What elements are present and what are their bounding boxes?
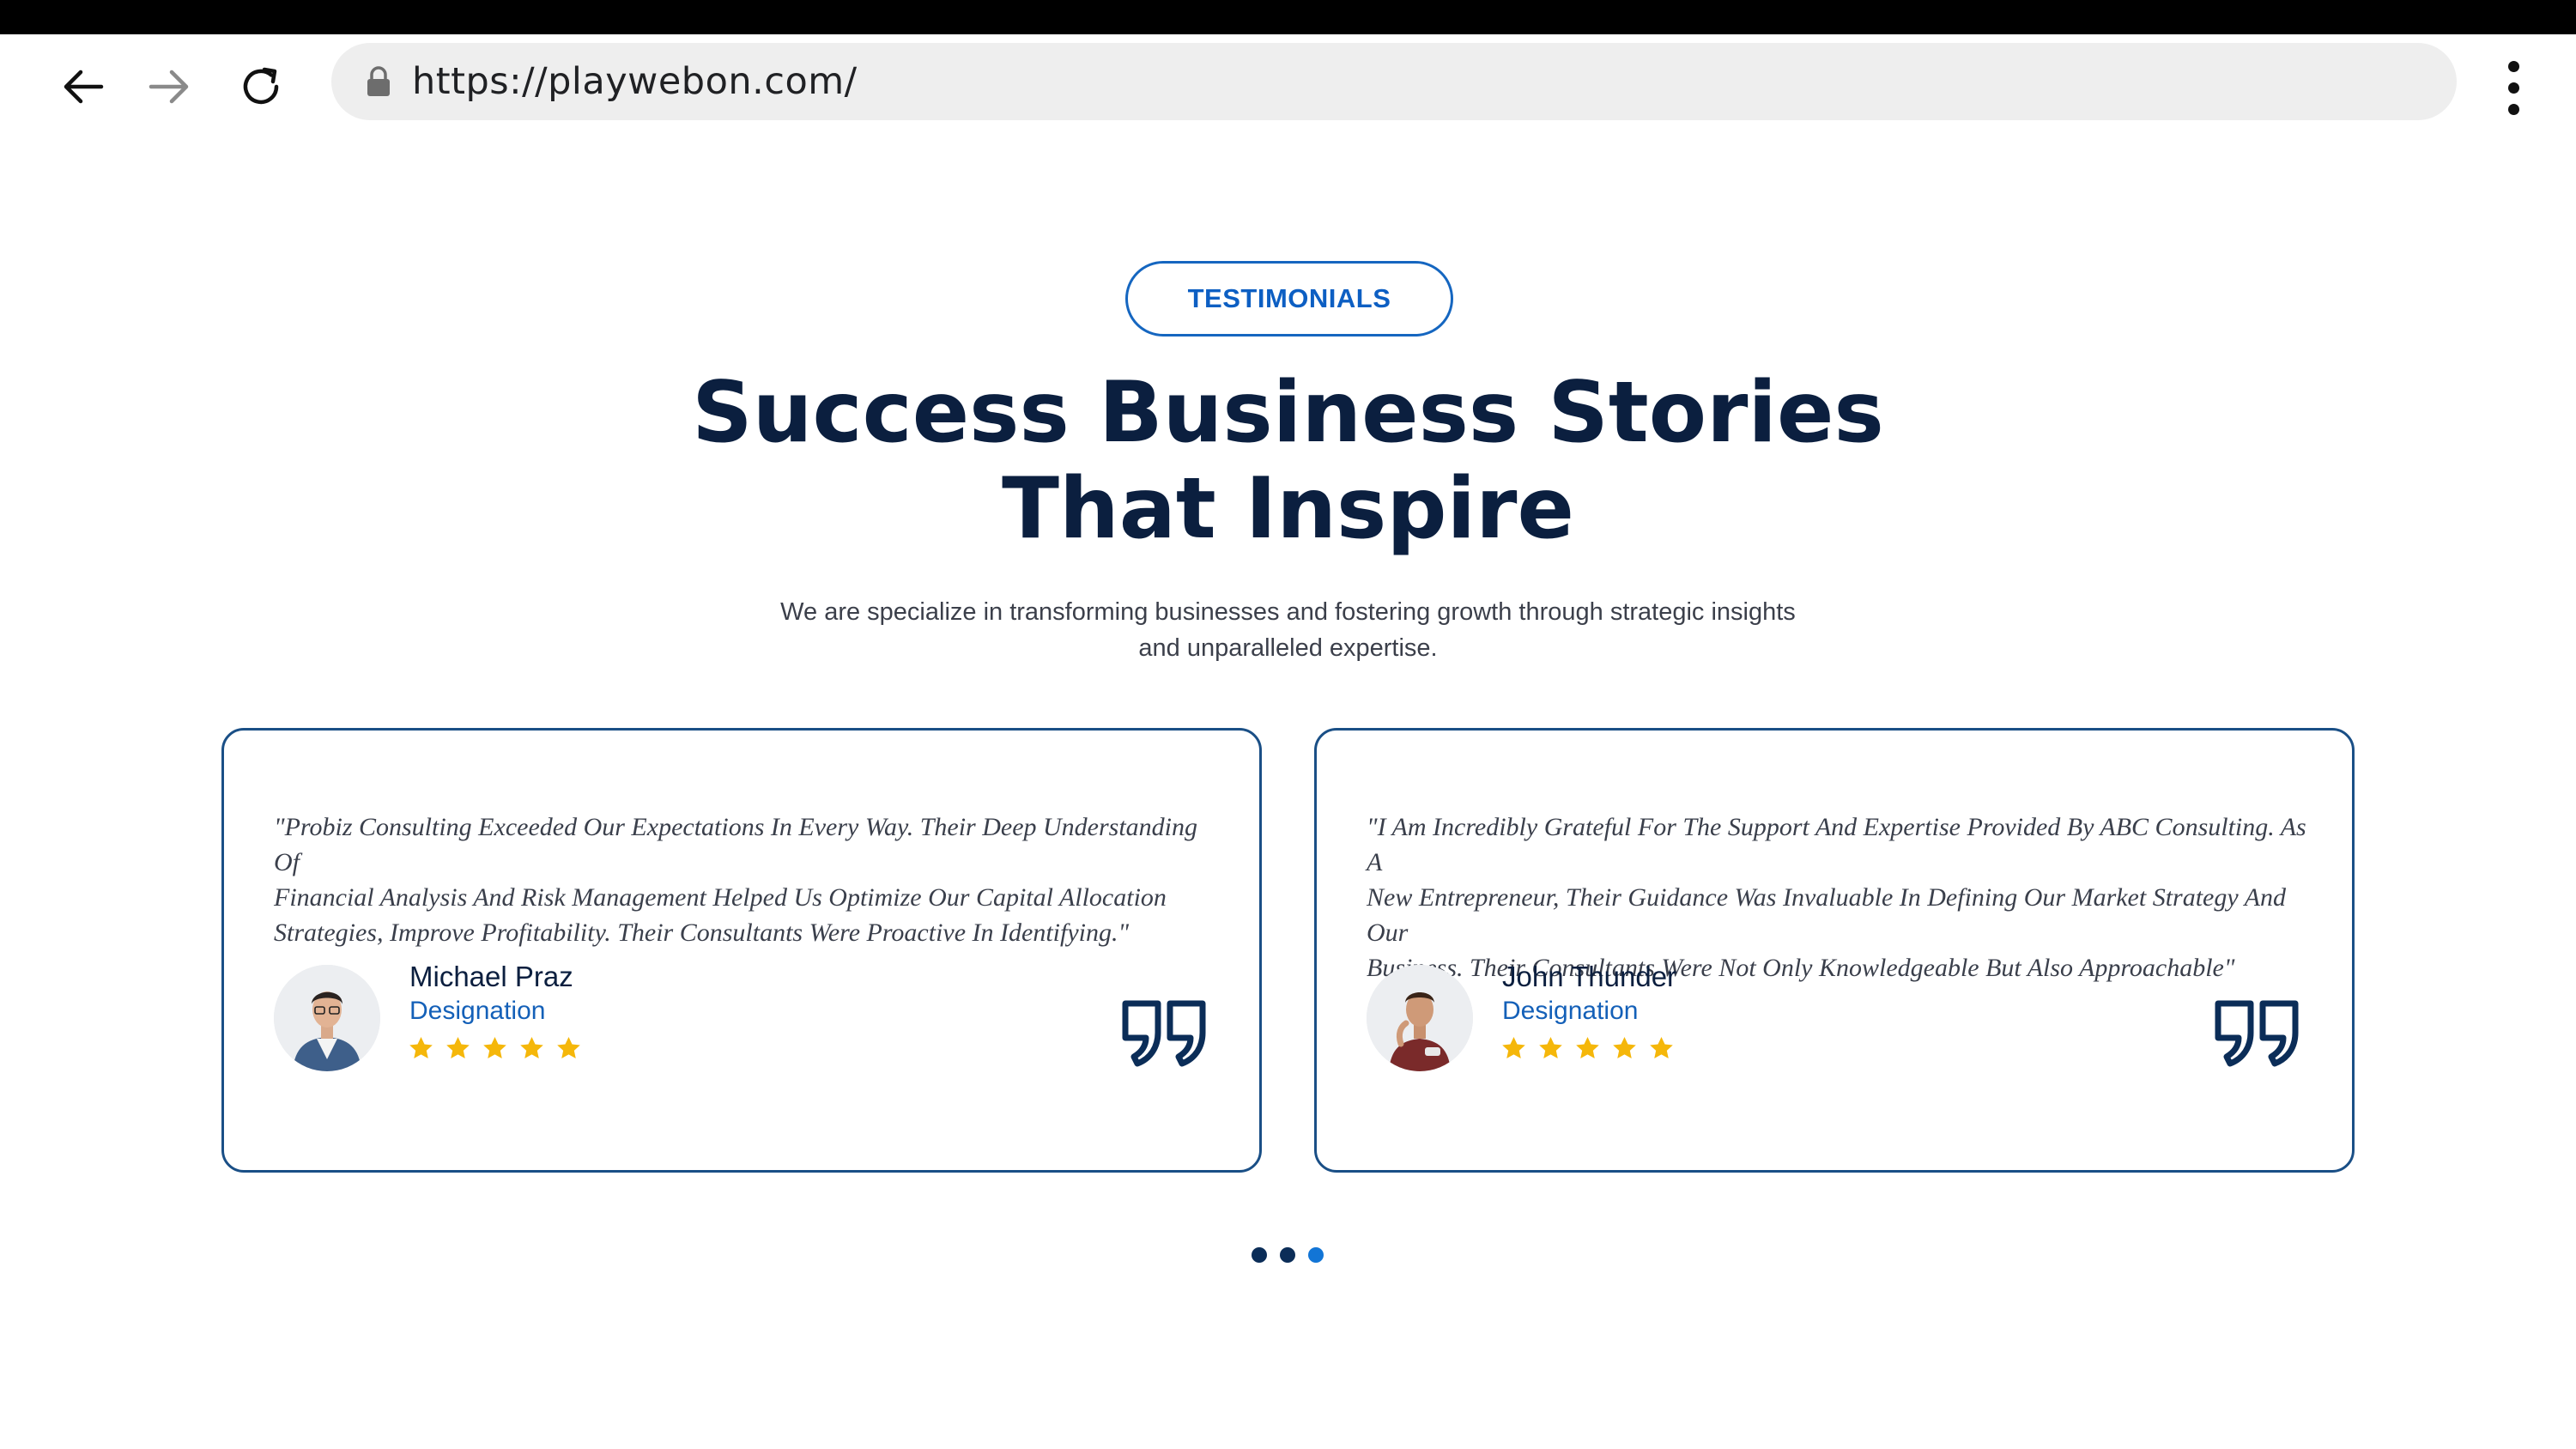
star-icon bbox=[1502, 1036, 1525, 1058]
carousel-dot-1[interactable] bbox=[1252, 1247, 1267, 1263]
star-icon bbox=[409, 1036, 433, 1058]
browser-menu-button[interactable] bbox=[2489, 53, 2537, 122]
person-photo-icon bbox=[274, 965, 380, 1071]
quote-line: New Entrepreneur, Their Guidance Was Inv… bbox=[1367, 883, 2286, 947]
quote-line: Financial Analysis And Risk Management H… bbox=[274, 883, 1167, 912]
carousel-dot-2[interactable] bbox=[1280, 1247, 1295, 1263]
url-text[interactable]: https://playwebon.com/ bbox=[412, 43, 858, 120]
more-vert-dot bbox=[2507, 82, 2519, 94]
lock-icon bbox=[367, 66, 390, 96]
section-heading: Success Business Stories That Inspire bbox=[601, 365, 1975, 557]
star-icon bbox=[1613, 1036, 1636, 1058]
subtitle-line-2: and unparalleled expertise. bbox=[1138, 634, 1438, 662]
section-subtitle: We are specialize in transforming busine… bbox=[687, 594, 1889, 666]
star-icon bbox=[446, 1036, 470, 1058]
star-icon bbox=[1539, 1036, 1562, 1058]
heading-line-1: Success Business Stories bbox=[692, 364, 1884, 462]
star-icon bbox=[520, 1036, 543, 1058]
person-name: Michael Praz bbox=[409, 961, 573, 992]
quote-line: Strategies, Improve Profitability. Their… bbox=[274, 919, 1130, 947]
heading-line-2: That Inspire bbox=[1002, 460, 1574, 558]
quote-mark-icon bbox=[2213, 998, 2302, 1067]
system-status-bar bbox=[0, 0, 2576, 34]
testimonial-quote: "Probiz Consulting Exceeded Our Expectat… bbox=[274, 809, 1227, 950]
avatar bbox=[1367, 965, 1473, 1071]
person-photo-icon bbox=[1367, 965, 1473, 1071]
person-designation: Designation bbox=[1502, 997, 1639, 1025]
quote-line: "Probiz Consulting Exceeded Our Expectat… bbox=[274, 813, 1198, 876]
person-designation: Designation bbox=[409, 997, 546, 1025]
quote-line: "I Am Incredibly Grateful For The Suppor… bbox=[1367, 813, 2306, 876]
person-name: John Thunder bbox=[1502, 961, 1677, 992]
more-vert-dot bbox=[2507, 103, 2519, 115]
star-icon bbox=[1650, 1036, 1673, 1058]
forward-button[interactable] bbox=[137, 56, 199, 118]
avatar bbox=[274, 965, 380, 1071]
testimonial-card: "I Am Incredibly Grateful For The Suppor… bbox=[1314, 728, 2355, 1173]
star-rating bbox=[1500, 1035, 1675, 1062]
star-icon bbox=[1576, 1036, 1599, 1058]
star-rating bbox=[408, 1035, 582, 1062]
testimonials-badge: TESTIMONIALS bbox=[1125, 261, 1453, 336]
reload-icon bbox=[243, 67, 279, 105]
reload-button[interactable] bbox=[230, 56, 292, 118]
carousel-pagination bbox=[1252, 1246, 1329, 1264]
forward-arrow-icon bbox=[148, 70, 189, 104]
testimonial-quote: "I Am Incredibly Grateful For The Suppor… bbox=[1367, 809, 2319, 985]
carousel-dot-3[interactable] bbox=[1308, 1247, 1324, 1263]
back-button[interactable] bbox=[53, 56, 115, 118]
back-arrow-icon bbox=[64, 70, 104, 104]
subtitle-line-1: We are specialize in transforming busine… bbox=[780, 598, 1796, 626]
quote-mark-icon bbox=[1120, 998, 1209, 1067]
more-vert-icon bbox=[2507, 60, 2519, 72]
star-icon bbox=[557, 1036, 580, 1058]
star-icon bbox=[483, 1036, 506, 1058]
address-bar[interactable]: https://playwebon.com/ bbox=[331, 43, 2457, 120]
testimonial-card: "Probiz Consulting Exceeded Our Expectat… bbox=[221, 728, 1262, 1173]
